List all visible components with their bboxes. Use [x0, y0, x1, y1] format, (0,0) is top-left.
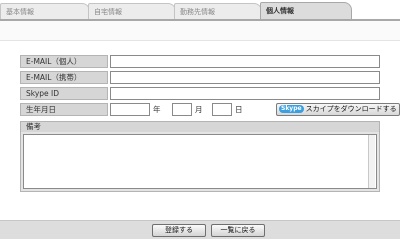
back-to-list-button[interactable]: 一覧に戻る — [211, 224, 265, 237]
skype-id-label: Skype ID — [20, 87, 108, 100]
skype-logo-icon: Skype — [279, 105, 304, 113]
birthdate-label: 生年月日 — [20, 103, 108, 116]
notes-scrollbar[interactable] — [368, 135, 375, 188]
footer-bar: 登録する 一覧に戻る — [0, 220, 400, 239]
birth-year-input[interactable] — [110, 103, 150, 116]
skype-download-button[interactable]: Skype スカイプをダウンロードする — [276, 103, 400, 116]
row-email-personal: E-MAIL（個人） — [20, 55, 380, 68]
row-skype-id: Skype ID — [20, 87, 380, 100]
row-birthdate: 生年月日 年 月 日 Skype スカイプをダウンロードする — [20, 103, 400, 116]
month-unit-label: 月 — [195, 105, 203, 114]
birth-day-input[interactable] — [212, 103, 232, 116]
tab-home-info[interactable]: 自宅情報 — [88, 3, 176, 20]
notes-container — [20, 132, 380, 192]
tab-basic-info[interactable]: 基本情報 — [0, 3, 90, 20]
birth-month-input[interactable] — [172, 103, 192, 116]
email-personal-input[interactable] — [110, 55, 380, 68]
tab-personal-info[interactable]: 個人情報 — [260, 2, 352, 20]
header-band — [0, 21, 400, 41]
year-unit-label: 年 — [153, 105, 161, 114]
email-personal-label: E-MAIL（個人） — [20, 55, 108, 68]
skype-id-input[interactable] — [110, 87, 380, 100]
notes-textarea[interactable] — [23, 134, 377, 189]
tab-bar: 基本情報 自宅情報 勤務先情報 個人情報 — [0, 0, 400, 21]
email-mobile-label: E-MAIL（携帯） — [20, 71, 108, 84]
email-mobile-input[interactable] — [110, 71, 380, 84]
save-button[interactable]: 登録する — [152, 224, 206, 237]
skype-download-label: スカイプをダウンロードする — [305, 105, 397, 113]
row-email-mobile: E-MAIL（携帯） — [20, 71, 380, 84]
day-unit-label: 日 — [235, 105, 243, 114]
tab-work-info[interactable]: 勤務先情報 — [174, 3, 262, 20]
